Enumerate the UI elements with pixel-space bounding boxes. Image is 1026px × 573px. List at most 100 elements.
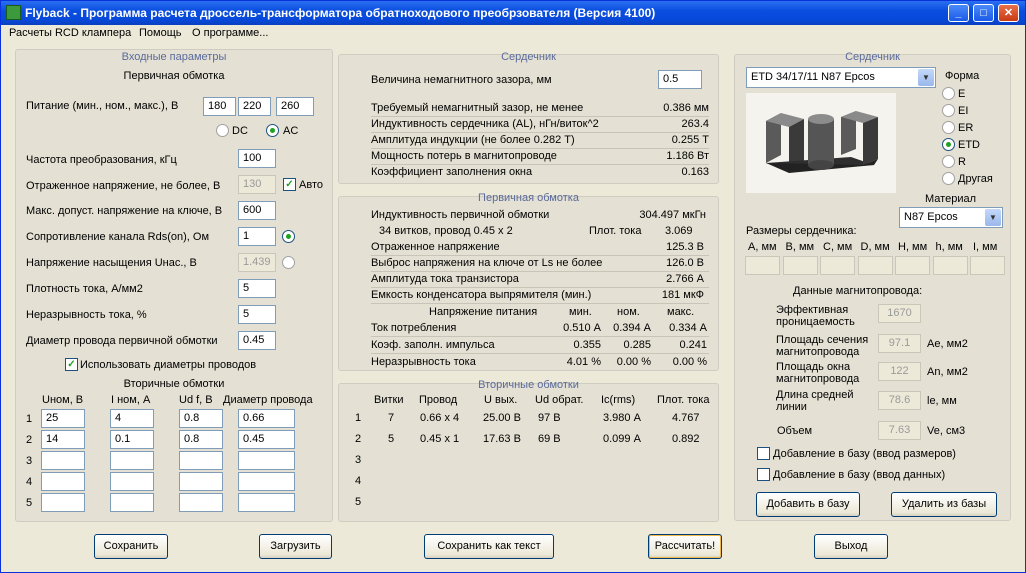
- sec-input-cell[interactable]: [179, 472, 223, 491]
- sec-input-cell[interactable]: 4: [110, 409, 154, 428]
- density-input[interactable]: 5: [238, 279, 276, 298]
- secondary-col-header: U вых.: [484, 394, 518, 406]
- sec-input-cell[interactable]: [110, 451, 154, 470]
- row-divider: [371, 303, 709, 304]
- form-label-4: R: [958, 156, 966, 168]
- input-header: Входные параметры: [121, 51, 227, 63]
- sec-input-cell[interactable]: [41, 451, 85, 470]
- dc-label: DC: [232, 125, 248, 137]
- calculate-button[interactable]: Рассчитать!: [648, 534, 722, 559]
- minimize-button[interactable]: _: [948, 4, 969, 22]
- sec-input-cell[interactable]: 14: [41, 430, 85, 449]
- ac-radio[interactable]: [266, 124, 279, 137]
- sec-input-cell[interactable]: [238, 472, 295, 491]
- form-radio-e[interactable]: [942, 87, 955, 100]
- reflected-input[interactable]: 130: [238, 175, 276, 194]
- row-divider: [371, 132, 709, 133]
- supply-nom-input[interactable]: 220: [238, 97, 271, 116]
- size-input[interactable]: [820, 256, 855, 275]
- core-select[interactable]: ETD 34/17/11 N87 Epcos ▼: [746, 67, 936, 88]
- save-button[interactable]: Сохранить: [94, 534, 168, 559]
- core-result-label: Мощность потерь в магнитопроводе: [371, 150, 557, 162]
- sec-input-cell[interactable]: [41, 493, 85, 512]
- sec-input-cell[interactable]: 0.45: [238, 430, 295, 449]
- an-label: Площадь окна магнитопровода: [776, 361, 860, 385]
- form-radio-r[interactable]: [942, 155, 955, 168]
- sec-input-cell[interactable]: [41, 472, 85, 491]
- an-input[interactable]: 122: [878, 362, 921, 381]
- size-input[interactable]: [745, 256, 780, 275]
- primary-result-label: Амплитуда тока транзистора: [371, 273, 519, 285]
- form-radio-er[interactable]: [942, 121, 955, 134]
- sec-input-cell[interactable]: [110, 472, 154, 491]
- sec-input-cell[interactable]: [179, 493, 223, 512]
- maximize-button[interactable]: □: [973, 4, 994, 22]
- rds-input[interactable]: 1: [238, 227, 276, 246]
- supply-min-input[interactable]: 180: [203, 97, 236, 116]
- add-data-checkbox[interactable]: [757, 468, 770, 481]
- primary-result-value: 181 мкФ: [661, 289, 704, 301]
- load-button[interactable]: Загрузить: [259, 534, 332, 559]
- add-sizes-checkbox[interactable]: [757, 447, 770, 460]
- ae-input[interactable]: 97.1: [878, 334, 921, 353]
- secondary-cell: 3.980 А: [603, 412, 641, 424]
- size-input[interactable]: [895, 256, 930, 275]
- sec-input-cell[interactable]: [110, 493, 154, 512]
- save-text-button[interactable]: Сохранить как текст: [424, 534, 554, 559]
- form-radio-ei[interactable]: [942, 104, 955, 117]
- sec-input-cell[interactable]: [179, 451, 223, 470]
- close-button[interactable]: ✕: [998, 4, 1019, 22]
- core-select-value: ETD 34/17/11 N87 Epcos: [751, 71, 875, 83]
- sec-input-cell[interactable]: 0.1: [110, 430, 154, 449]
- delete-from-db-button[interactable]: Удалить из базы: [891, 492, 997, 517]
- menu-rcd[interactable]: Расчеты RCD клампера: [9, 27, 131, 39]
- size-input[interactable]: [932, 256, 968, 275]
- sec-input-cell[interactable]: 0.8: [179, 430, 223, 449]
- add-to-db-button[interactable]: Добавить в базу: [756, 492, 860, 517]
- sec-input-cell[interactable]: 25: [41, 409, 85, 428]
- secondary-cell: 2: [355, 433, 362, 445]
- use-wire-checkbox[interactable]: ✓: [65, 358, 78, 371]
- title-bar[interactable]: Flyback - Программа расчета дроссель-тра…: [1, 1, 1025, 25]
- le-input[interactable]: 78.6: [878, 391, 921, 410]
- ve-label: Объем: [777, 425, 813, 437]
- secondary-col-header: Плот. тока: [657, 394, 710, 406]
- current-density-label: Плот. тока: [589, 225, 642, 237]
- primary-result-value: 2.766 А: [666, 273, 704, 285]
- add-data-label: Добавление в базу (ввод данных): [773, 469, 946, 481]
- window-title: Flyback - Программа расчета дроссель-тра…: [25, 6, 656, 20]
- supply-max-input[interactable]: 260: [276, 97, 314, 116]
- menu-help[interactable]: Помощь: [139, 27, 182, 39]
- permeability-input[interactable]: 1670: [878, 304, 921, 323]
- material-select[interactable]: N87 Epcos ▼: [899, 207, 1003, 228]
- usat-input[interactable]: 1.439: [238, 253, 276, 272]
- dc-radio[interactable]: [216, 124, 229, 137]
- form-radio-etd[interactable]: [942, 138, 955, 151]
- menu-about[interactable]: О программе...: [192, 27, 268, 39]
- size-input[interactable]: [782, 256, 818, 275]
- material-label: Материал: [925, 193, 976, 205]
- rds-radio[interactable]: [282, 230, 295, 243]
- form-radio-другая[interactable]: [942, 172, 955, 185]
- sec-input-cell[interactable]: 0.66: [238, 409, 295, 428]
- gap-input[interactable]: 0.5: [658, 70, 702, 89]
- ve-input[interactable]: 7.63: [878, 421, 921, 440]
- exit-button[interactable]: Выход: [814, 534, 888, 559]
- core-result-value: 0.386 мм: [663, 102, 709, 114]
- le-unit: le, мм: [927, 395, 957, 407]
- maxv-input[interactable]: 600: [238, 201, 276, 220]
- wire-input[interactable]: 0.45: [238, 331, 276, 350]
- auto-checkbox[interactable]: ✓: [283, 178, 296, 191]
- size-input[interactable]: [970, 256, 1005, 275]
- core-result-value: 1.186 Вт: [666, 150, 709, 162]
- usat-radio[interactable]: [282, 256, 295, 269]
- chevron-down-icon: ▼: [918, 69, 934, 86]
- ripple-input[interactable]: 5: [238, 305, 276, 324]
- size-input[interactable]: [857, 256, 893, 275]
- secondary-cell: 1: [355, 412, 362, 424]
- freq-input[interactable]: 100: [238, 149, 276, 168]
- sec-input-cell[interactable]: [238, 451, 295, 470]
- secondary-cell: 0.892: [672, 433, 700, 445]
- sec-input-cell[interactable]: 0.8: [179, 409, 223, 428]
- sec-input-cell[interactable]: [238, 493, 295, 512]
